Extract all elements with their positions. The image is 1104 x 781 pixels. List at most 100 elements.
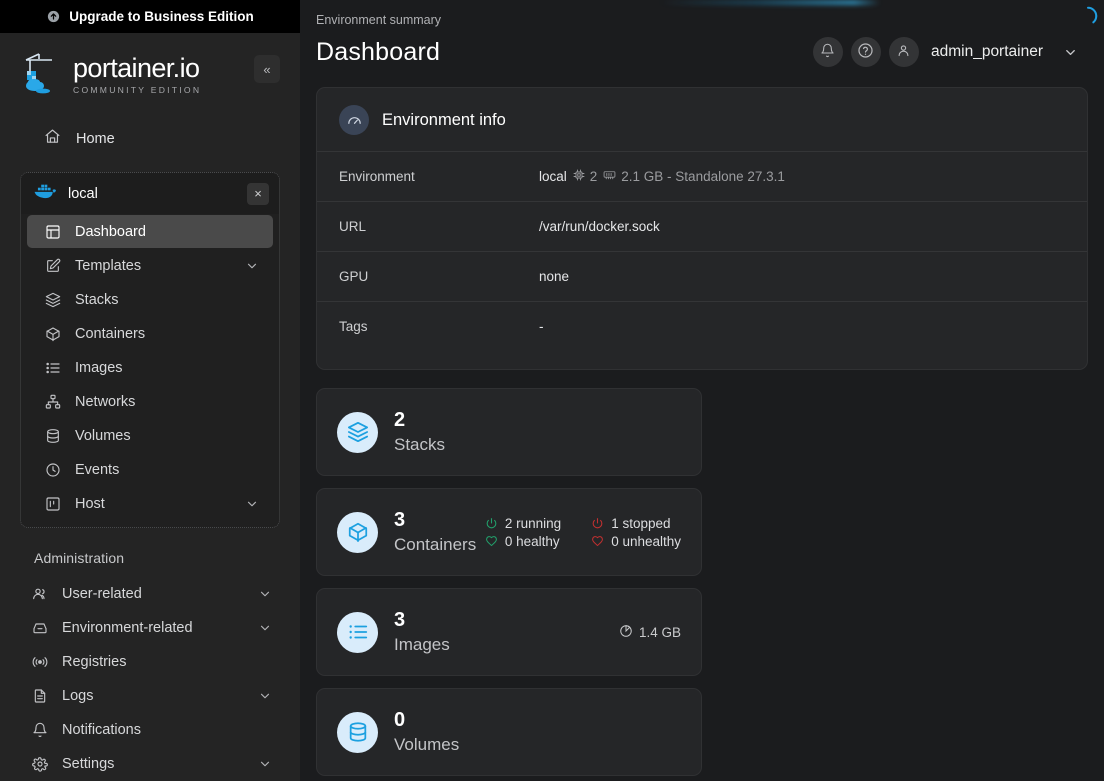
sidebar-item-stacks-label: Stacks: [75, 292, 259, 308]
heart-icon: [485, 535, 498, 548]
bell-icon: [820, 43, 835, 61]
images-card[interactable]: 3 Images 1.4 GB: [316, 588, 702, 676]
info-row-tags: Tags -: [317, 301, 1087, 351]
containers-icon: [337, 512, 378, 553]
host-icon: [44, 495, 61, 512]
images-count: 3: [394, 608, 450, 633]
docker-whale-icon: [33, 182, 56, 205]
containers-count: 3: [394, 508, 476, 533]
sidebar-item-images[interactable]: Images: [27, 351, 273, 384]
sidebar-item-host[interactable]: Host: [27, 487, 273, 520]
containers-statuses: 2 running 1 stopped 0 heal: [485, 516, 681, 549]
cpu-count: 2: [590, 169, 598, 184]
notifications-button[interactable]: [813, 37, 843, 67]
chevron-down-icon[interactable]: [258, 621, 272, 635]
logo-text: portainer.io COMMUNITY EDITION: [73, 55, 201, 95]
images-label: Images: [394, 633, 450, 656]
avatar[interactable]: [889, 37, 919, 67]
sidebar-item-images-label: Images: [75, 360, 259, 376]
templates-icon: [44, 257, 61, 274]
chevron-double-left-icon: «: [263, 62, 270, 77]
sidebar-item-home[interactable]: Home: [12, 119, 288, 158]
chevron-down-icon[interactable]: [258, 689, 272, 703]
sidebar-item-notifications[interactable]: Notifications: [14, 713, 286, 746]
stacks-label: Stacks: [394, 433, 445, 456]
sidebar-item-volumes-label: Volumes: [75, 428, 259, 444]
environment-box-icon: [31, 619, 48, 636]
status-stopped: 1 stopped: [591, 516, 681, 531]
gauge-icon: [339, 105, 369, 135]
upgrade-arrow-icon: [46, 9, 61, 24]
chevron-down-icon[interactable]: [258, 757, 272, 771]
sidebar-item-logs[interactable]: Logs: [14, 679, 286, 712]
sidebar-item-templates[interactable]: Templates: [27, 249, 273, 282]
images-icon: [44, 359, 61, 376]
sidebar-item-stacks[interactable]: Stacks: [27, 283, 273, 316]
chevron-down-icon[interactable]: [245, 259, 259, 273]
stacks-card[interactable]: 2 Stacks: [316, 388, 702, 476]
sidebar-item-registries-label: Registries: [62, 654, 272, 670]
containers-label: Containers: [394, 533, 476, 556]
administration-nav-list: User-related Environment-related: [0, 576, 300, 781]
question-mark-icon: [857, 42, 874, 62]
containers-card-text: 3 Containers: [394, 508, 476, 556]
breadcrumb: Environment summary: [316, 13, 1080, 27]
sidebar-item-networks[interactable]: Networks: [27, 385, 273, 418]
power-icon: [485, 517, 498, 530]
portainer-logo[interactable]: portainer.io COMMUNITY EDITION: [22, 51, 246, 97]
help-button[interactable]: [851, 37, 881, 67]
main-content: Environment summary Dashboard: [300, 0, 1104, 781]
sidebar-item-events[interactable]: Events: [27, 453, 273, 486]
stat-cards: 2 Stacks 3 Containers: [316, 388, 1088, 781]
environment-selector-box: local × Dashboard: [20, 172, 280, 528]
sidebar-item-dashboard[interactable]: Dashboard: [27, 215, 273, 248]
close-environment-button[interactable]: ×: [247, 183, 269, 205]
memory-info: 2.1 GB - Standalone 27.3.1: [603, 169, 785, 184]
info-row-environment: Environment local 2: [317, 151, 1087, 201]
status-stopped-label: 1 stopped: [611, 516, 670, 531]
status-unhealthy-label: 0 unhealthy: [611, 534, 681, 549]
sidebar-item-environment-related[interactable]: Environment-related: [14, 611, 286, 644]
info-value-gpu: none: [539, 269, 569, 284]
cpu-chip-icon: [573, 169, 585, 184]
sidebar-item-registries[interactable]: Registries: [14, 645, 286, 678]
status-unhealthy: 0 unhealthy: [591, 534, 681, 549]
home-icon: [44, 128, 61, 149]
cpu-info: 2: [573, 169, 598, 184]
images-size-label: 1.4 GB: [639, 625, 681, 640]
sidebar-item-volumes[interactable]: Volumes: [27, 419, 273, 452]
dashboard-icon: [44, 223, 61, 240]
info-label-url: URL: [339, 219, 539, 234]
containers-card[interactable]: 3 Containers 2 running: [316, 488, 702, 576]
stacks-icon: [337, 412, 378, 453]
sidebar-item-settings[interactable]: Settings: [14, 747, 286, 780]
collapse-sidebar-button[interactable]: «: [254, 55, 280, 83]
environment-nav-list: Dashboard Templates: [21, 215, 279, 527]
chevron-down-icon[interactable]: [258, 587, 272, 601]
dashboard-content: Environment info Environment local: [300, 67, 1104, 781]
events-clock-icon: [44, 461, 61, 478]
volumes-card[interactable]: 0 Volumes: [316, 688, 702, 776]
upgrade-banner[interactable]: Upgrade to Business Edition: [0, 0, 300, 33]
sidebar-item-events-label: Events: [75, 462, 259, 478]
notifications-bell-icon: [31, 721, 48, 738]
user-menu-chevron-down-icon[interactable]: [1063, 45, 1078, 60]
environment-info-header: Environment info: [317, 88, 1087, 151]
administration-section-title: Administration: [0, 528, 300, 576]
environment-header[interactable]: local ×: [21, 173, 279, 214]
chevron-down-icon[interactable]: [245, 497, 259, 511]
heart-icon: [591, 535, 604, 548]
sidebar-item-containers[interactable]: Containers: [27, 317, 273, 350]
page-title: Dashboard: [316, 38, 440, 67]
settings-gear-icon: [31, 755, 48, 772]
networks-icon: [44, 393, 61, 410]
status-running: 2 running: [485, 516, 561, 531]
registries-broadcast-icon: [31, 653, 48, 670]
sidebar-item-user-related[interactable]: User-related: [14, 577, 286, 610]
power-icon: [591, 517, 604, 530]
info-value-tags: -: [539, 319, 544, 334]
sidebar-item-containers-label: Containers: [75, 326, 259, 342]
logo-title: portainer.io: [73, 55, 201, 82]
upgrade-banner-label: Upgrade to Business Edition: [69, 9, 254, 24]
portainer-whale-crane-icon: [22, 51, 64, 97]
